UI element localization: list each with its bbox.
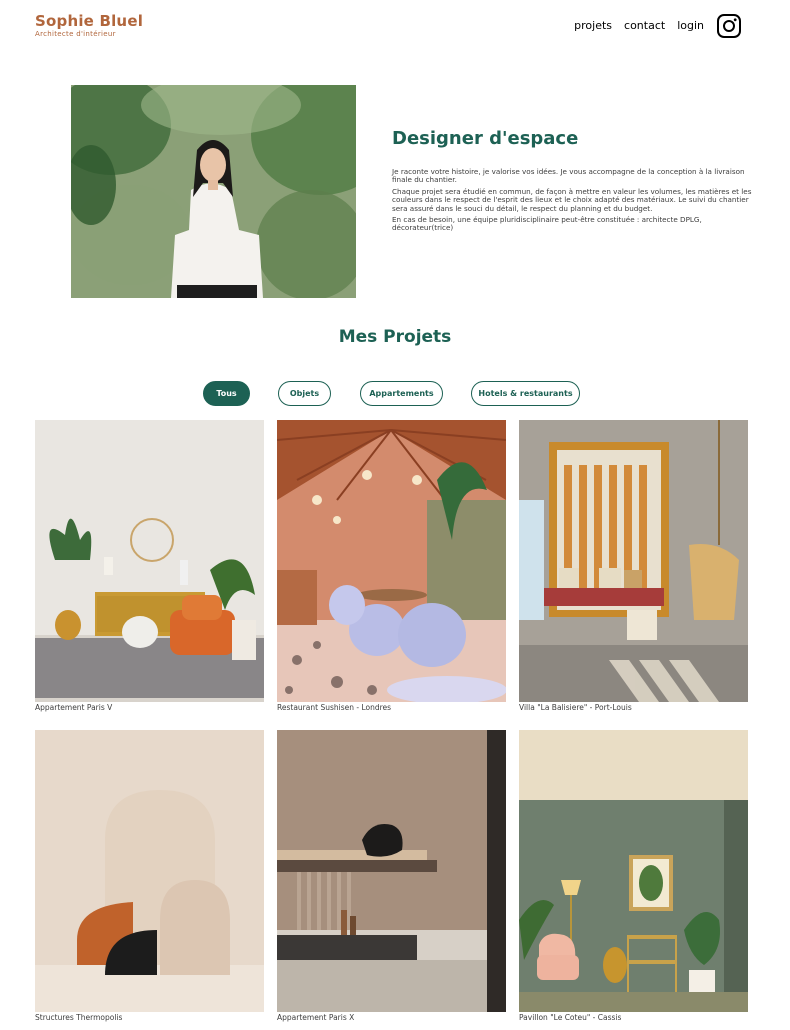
project-caption: Appartement Paris X (277, 1013, 355, 1022)
filter-objets-button[interactable]: Objets (278, 381, 331, 406)
portrait-photo (71, 85, 356, 298)
project-card[interactable]: Structures Thermopolis (35, 730, 264, 1023)
filter-appartements-button[interactable]: Appartements (360, 381, 443, 406)
project-image (519, 730, 748, 1012)
project-caption: Pavillon "Le Coteu" - Cassis (519, 1013, 622, 1022)
project-image (277, 730, 506, 1012)
project-image (35, 420, 264, 702)
intro-title: Designer d'espace (392, 128, 579, 149)
nav-projets-link[interactable]: projets (574, 11, 612, 41)
nav-contact-link[interactable]: contact (624, 11, 665, 41)
project-card[interactable]: Villa "La Balisiere" - Port-Louis (519, 420, 748, 713)
project-card[interactable]: Restaurant Sushisen - Londres (277, 420, 506, 713)
logo-subtitle: Architecte d'intérieur (35, 30, 116, 38)
logo[interactable]: Sophie Bluel Architecte d'intérieur (35, 12, 143, 38)
filter-tous-button[interactable]: Tous (203, 381, 250, 406)
project-caption: Villa "La Balisiere" - Port-Louis (519, 703, 632, 712)
logo-name: Sophie Bluel (35, 12, 144, 30)
project-card[interactable]: Pavillon "Le Coteu" - Cassis (519, 730, 748, 1023)
intro-text: Je raconte votre histoire, je valorise v… (392, 167, 754, 236)
project-card[interactable]: Appartement Paris V (35, 420, 264, 713)
main-nav: projets contact login (562, 11, 742, 41)
nav-login-link[interactable]: login (677, 11, 704, 41)
project-caption: Restaurant Sushisen - Londres (277, 703, 392, 712)
projects-title: Mes Projets (338, 327, 452, 347)
intro-paragraph: Chaque projet sera étudié en commun, de … (392, 186, 752, 213)
project-caption: Appartement Paris V (35, 703, 113, 712)
intro-paragraph: En cas de besoin, une équipe pluridiscip… (392, 215, 702, 233)
project-caption: Structures Thermopolis (35, 1013, 123, 1022)
instagram-icon[interactable] (716, 13, 742, 39)
project-card[interactable]: Appartement Paris X (277, 730, 506, 1023)
project-image (35, 730, 264, 1012)
intro-paragraph: Je raconte votre histoire, je valorise v… (392, 167, 745, 185)
filter-hotels-restaurants-button[interactable]: Hotels & restaurants (471, 381, 580, 406)
project-image (277, 420, 506, 702)
project-image (519, 420, 748, 702)
